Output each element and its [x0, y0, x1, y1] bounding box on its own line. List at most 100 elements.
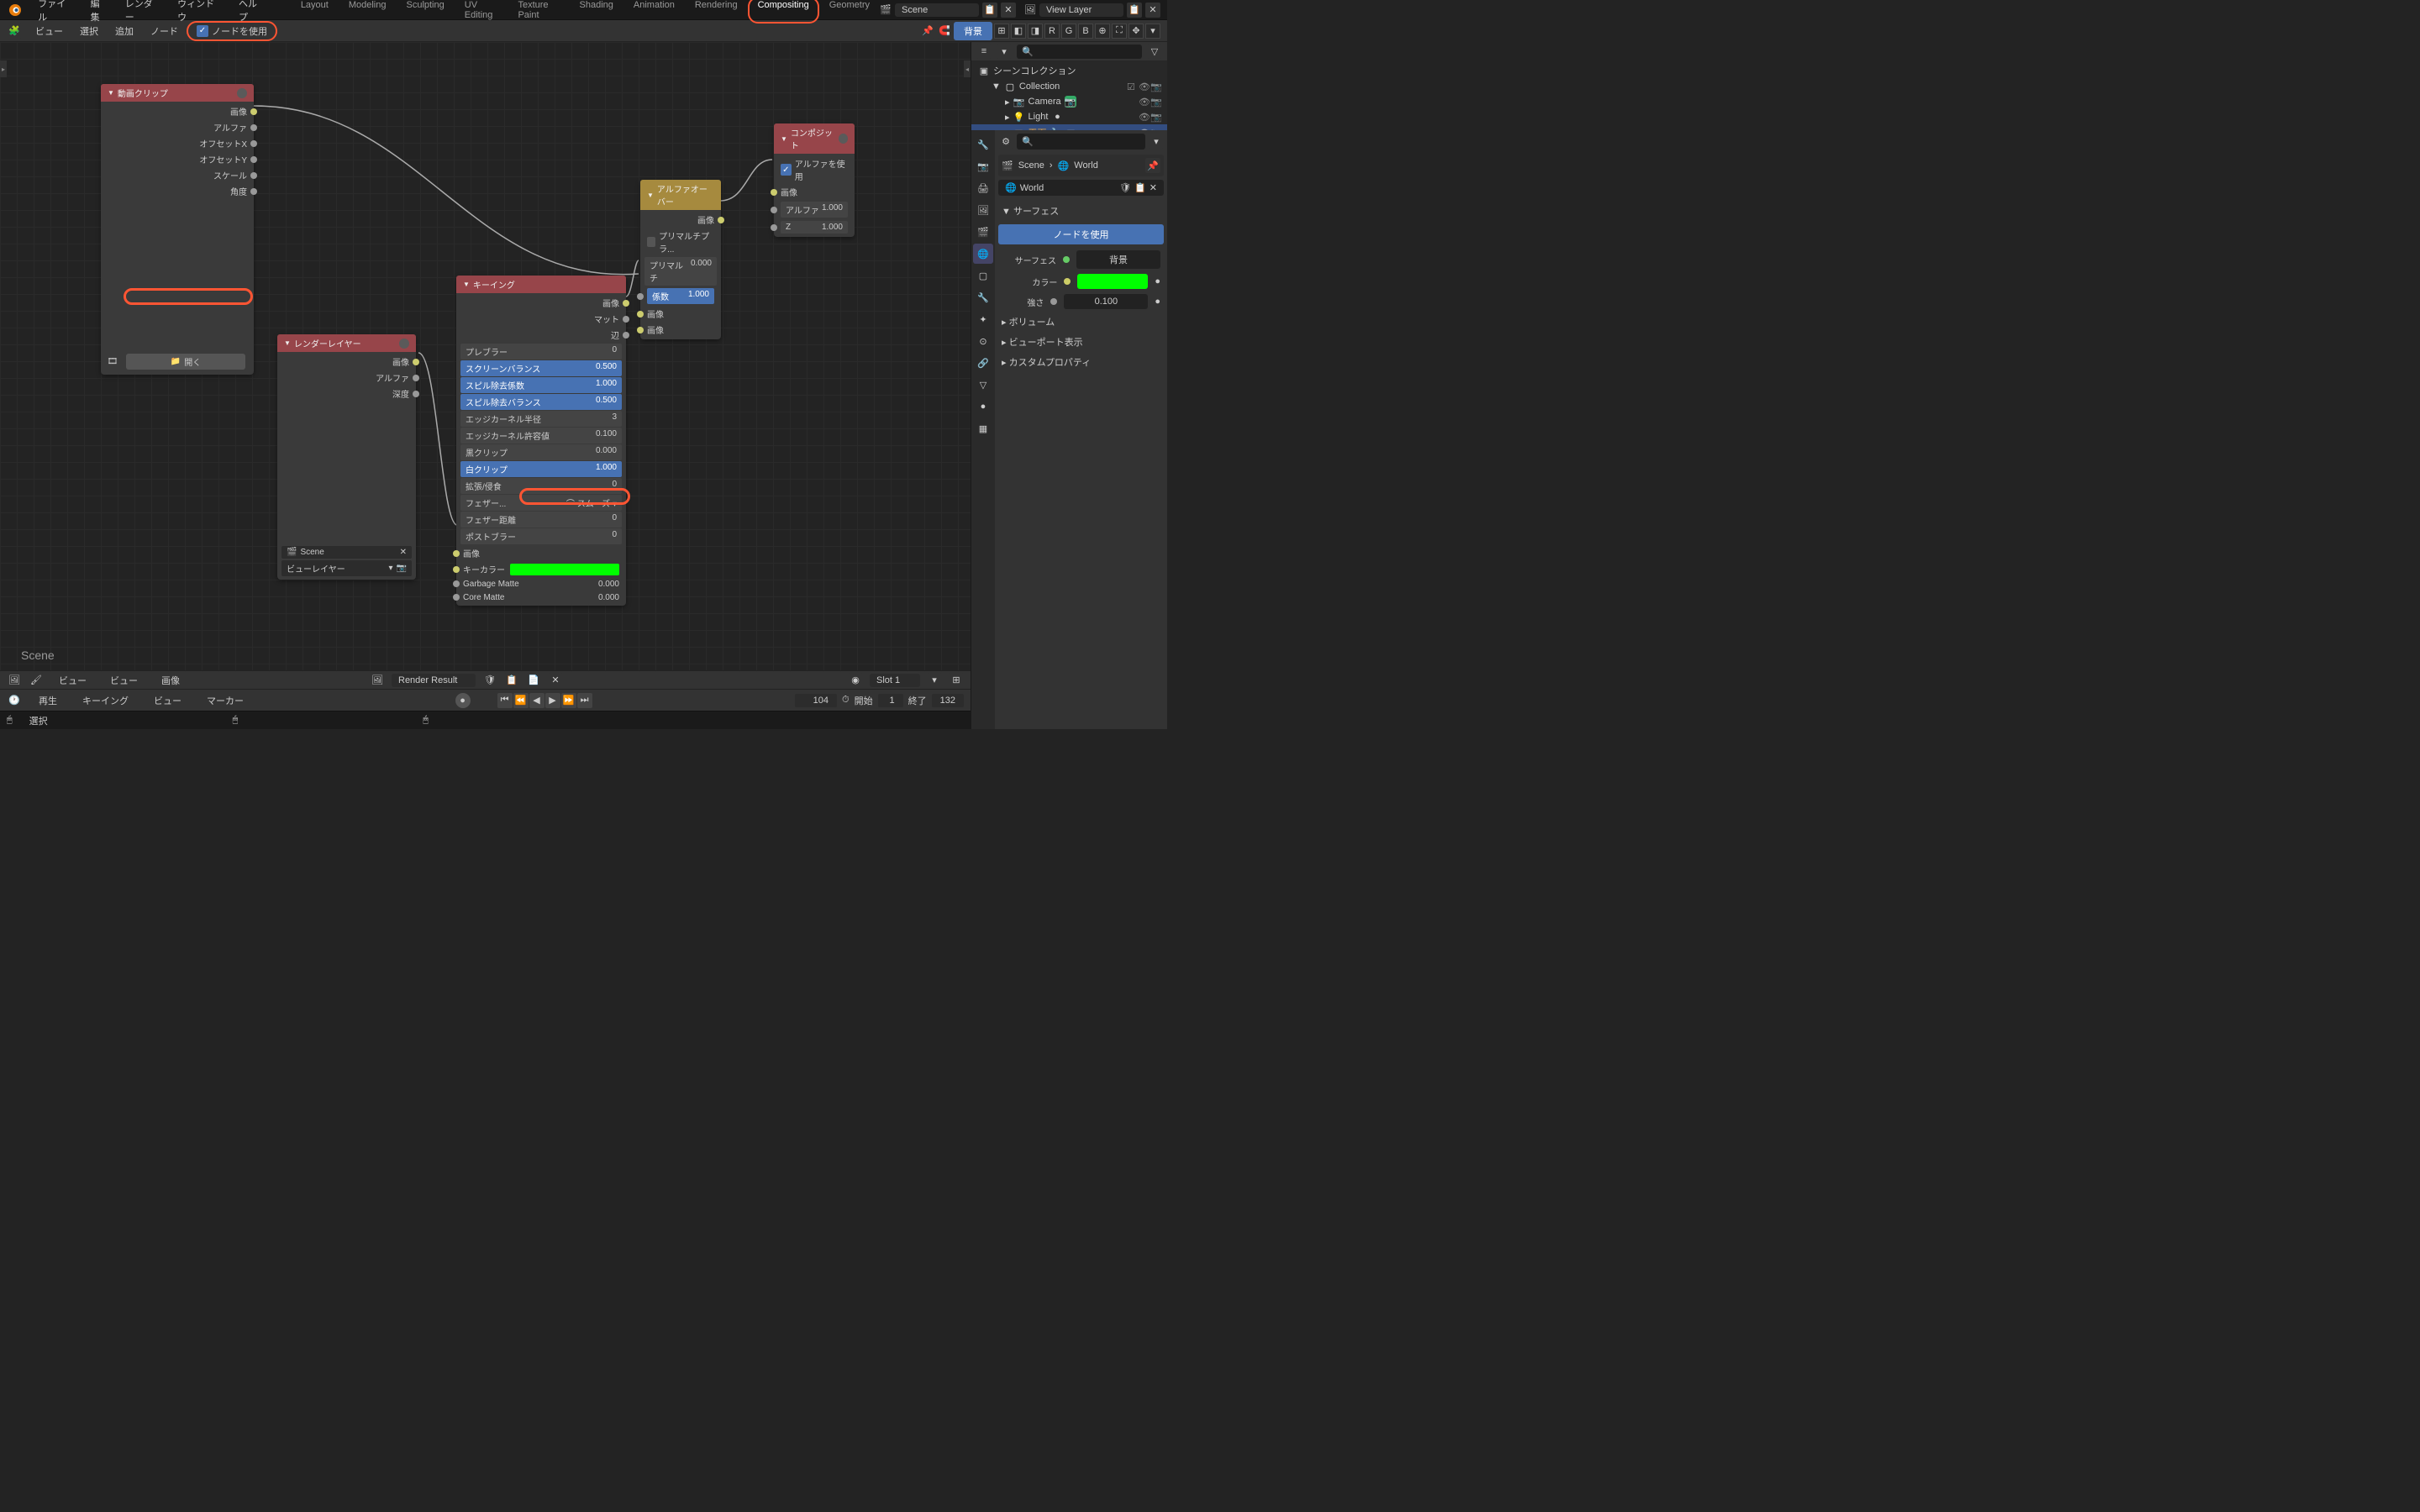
use-alpha-check[interactable]: アルファを使用	[774, 155, 855, 184]
move-icon[interactable]: ✥	[1128, 24, 1144, 39]
tl-playback[interactable]: 再生	[30, 694, 66, 707]
prop-clip-white[interactable]: 白クリップ1.000	[460, 461, 622, 477]
prop-preblur[interactable]: プレブラー0	[460, 344, 622, 360]
prop-dilate[interactable]: 拡張/侵食0	[460, 478, 622, 494]
gizmo-icon[interactable]: ⊞	[949, 673, 964, 688]
tl-keying[interactable]: キーイング	[74, 694, 137, 707]
menu-help[interactable]: ヘルプ	[230, 0, 274, 24]
prop-screen-balance[interactable]: スクリーンバランス0.500	[460, 360, 622, 376]
tab-material[interactable]: ●	[973, 396, 993, 417]
editor-type-icon[interactable]: 🧩	[7, 24, 22, 39]
toolbar-select[interactable]: 選択	[71, 24, 107, 38]
eye-icon[interactable]: 👁	[1139, 112, 1149, 122]
tree-collection[interactable]: ▼ ▢ Collection ☑👁📷	[971, 79, 1167, 94]
premul-check[interactable]: プリマルチプラ...	[640, 228, 721, 256]
color-dot-icon[interactable]: ●	[1155, 276, 1160, 286]
tab-mesh[interactable]: ▽	[973, 375, 993, 395]
props-search[interactable]: 🔍	[1017, 134, 1145, 150]
filter-icon[interactable]: ▽	[1147, 44, 1162, 59]
tab-render[interactable]: 📷	[973, 156, 993, 176]
surface-panel-header[interactable]: ▼ サーフェス	[998, 201, 1164, 221]
channel-alpha-icon[interactable]: ◨	[1028, 24, 1043, 39]
tab-object[interactable]: ▢	[973, 265, 993, 286]
tab-texture[interactable]: ▦	[973, 418, 993, 438]
close-icon[interactable]: ✕	[400, 548, 407, 557]
node-header[interactable]: ▼ コンポジット	[774, 123, 855, 154]
tab-tool[interactable]: 🔧	[973, 134, 993, 155]
render-result-field[interactable]: Render Result	[392, 674, 476, 687]
world-datablock-select[interactable]: 🌐 World 🛡 📋 ✕	[998, 180, 1164, 196]
next-key-icon[interactable]: ⏩	[561, 693, 576, 708]
volume-panel-header[interactable]: ▸ ボリューム	[998, 312, 1164, 332]
toolbar-node[interactable]: ノード	[142, 24, 187, 38]
prop-fac[interactable]: 係数1.000	[647, 288, 714, 304]
node-render-layers[interactable]: ▼ レンダーレイヤー 画像 アルファ 深度 🎬Scene✕ ビューレイヤー▾📷	[277, 334, 416, 580]
collapse-handle-right[interactable]: ◂	[964, 60, 971, 77]
node-composite[interactable]: ▼ コンポジット アルファを使用 画像 アルファ1.000 Z1.000	[774, 123, 855, 237]
new-scene-icon[interactable]: 📋	[982, 3, 997, 18]
prop-premul[interactable]: プリマルチ0.000	[644, 257, 717, 286]
play-reverse-icon[interactable]: ◀	[529, 693, 544, 708]
toolbar-view[interactable]: ビュー	[27, 24, 71, 38]
channel-combined-icon[interactable]: ⊞	[994, 24, 1009, 39]
play-icon[interactable]: ▶	[545, 693, 560, 708]
tab-scene[interactable]: 🎬	[973, 222, 993, 242]
fit-icon[interactable]: ⛶	[1112, 24, 1127, 39]
node-header[interactable]: ▼ アルファオーバー	[640, 180, 721, 210]
camera-icon[interactable]: 📷	[1150, 81, 1160, 92]
menu-file[interactable]: ファイル	[29, 0, 82, 24]
editor-type-icon[interactable]: 🕐	[7, 693, 22, 708]
menu-edit[interactable]: 編集	[82, 0, 117, 24]
scene-select[interactable]: 🎬Scene✕	[281, 546, 412, 559]
display-mode-icon[interactable]: ▾	[997, 44, 1012, 59]
pin-icon[interactable]: 📌	[920, 24, 935, 39]
new-icon[interactable]: 📄	[526, 673, 541, 688]
node-header[interactable]: ▼ キーイング	[456, 276, 626, 293]
tab-physics[interactable]: ⊙	[973, 331, 993, 351]
tab-sculpting[interactable]: Sculpting	[396, 0, 454, 24]
tree-scene-collection[interactable]: ▣ シーンコレクション	[971, 62, 1167, 79]
open-clip-button[interactable]: 📁 開く	[126, 354, 245, 370]
blender-logo-icon[interactable]	[7, 2, 23, 18]
outliner-search[interactable]: 🔍	[1017, 45, 1142, 59]
autokey-icon[interactable]: ●	[455, 693, 471, 708]
end-frame[interactable]: 132	[932, 694, 964, 707]
viewport-panel-header[interactable]: ▸ ビューポート表示	[998, 332, 1164, 352]
mode-icon[interactable]: 🖌	[29, 673, 44, 688]
triangle-icon[interactable]: ▼	[992, 81, 1001, 92]
tab-world[interactable]: 🌐	[973, 244, 993, 264]
channel-color-icon[interactable]: ◧	[1011, 24, 1026, 39]
strength-value[interactable]: 0.100	[1064, 294, 1148, 309]
key-color-swatch[interactable]	[510, 564, 619, 575]
node-header[interactable]: ▼ 動画クリップ	[101, 84, 254, 102]
copy-icon[interactable]: 📋	[504, 673, 519, 688]
checkbox-icon[interactable]: ☑	[1127, 81, 1137, 92]
bc-scene[interactable]: Scene	[1018, 160, 1044, 171]
current-frame[interactable]: 104	[795, 694, 837, 707]
tab-compositing[interactable]: Compositing	[748, 0, 819, 24]
chevron-down-icon[interactable]: ▾	[927, 673, 942, 688]
shield-icon[interactable]: 🛡	[482, 673, 497, 688]
node-header[interactable]: ▼ レンダーレイヤー	[277, 334, 416, 352]
tab-animation[interactable]: Animation	[623, 0, 685, 24]
preview-toggle-icon[interactable]	[839, 134, 848, 144]
image-icon[interactable]: 🖼	[370, 673, 385, 688]
tab-geometry[interactable]: Geometry	[819, 0, 880, 24]
triangle-icon[interactable]: ▸	[1005, 97, 1010, 108]
channel-b-icon[interactable]: B	[1078, 24, 1093, 39]
tab-constraint[interactable]: 🔗	[973, 353, 993, 373]
chevron-down-icon[interactable]: ▾	[1145, 24, 1160, 39]
clip-icon[interactable]: 🎞	[105, 357, 120, 366]
use-nodes-button[interactable]: ノードを使用	[998, 224, 1164, 244]
collapse-handle-left[interactable]: ▸	[0, 60, 7, 77]
delete-viewlayer-icon[interactable]: ✕	[1145, 3, 1160, 18]
tl-marker[interactable]: マーカー	[198, 694, 252, 707]
world-color-swatch[interactable]	[1077, 274, 1148, 289]
close-icon[interactable]: ✕	[1150, 182, 1157, 193]
channel-r-icon[interactable]: R	[1044, 24, 1060, 39]
custom-props-panel-header[interactable]: ▸ カスタムプロパティ	[998, 352, 1164, 372]
new-viewlayer-icon[interactable]: 📋	[1127, 3, 1142, 18]
shield-icon[interactable]: 🛡	[1119, 182, 1131, 193]
slot-field[interactable]: Slot 1	[870, 674, 920, 687]
prop-edge-kernel-radius[interactable]: エッジカーネル半径3	[460, 411, 622, 427]
